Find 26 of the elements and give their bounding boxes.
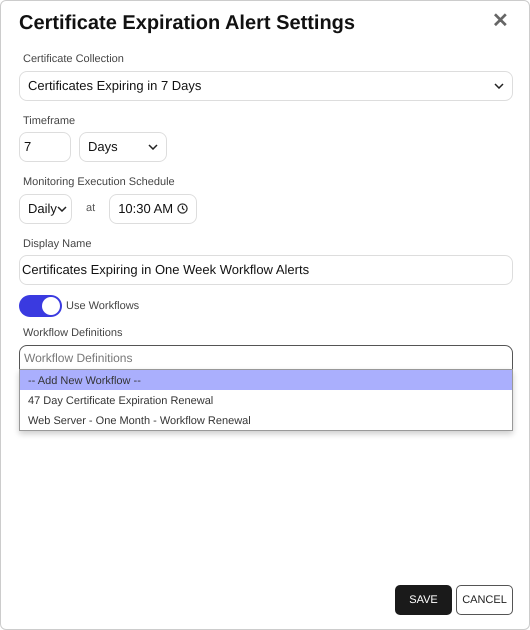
clock-icon[interactable]	[177, 203, 188, 214]
caret-icon	[148, 144, 158, 150]
field-label: Monitoring Execution Schedule	[23, 175, 176, 190]
field-label: Timeframe	[23, 114, 76, 128]
workflow-field[interactable]: Workflow Definitions	[19, 344, 513, 370]
at-label: at	[86, 201, 96, 216]
save-button[interactable]: SAVE	[395, 584, 452, 615]
unit-select[interactable]: Days	[79, 132, 167, 162]
toggle-switch[interactable]	[19, 295, 62, 317]
frequency-select[interactable]: Daily	[19, 194, 72, 224]
field-label: Workflow Definitions	[23, 326, 124, 341]
dialog-title: Certificate Expiration Alert Settings	[19, 11, 355, 35]
toggle-label: Use Workflows	[66, 298, 140, 314]
time-field[interactable]: 10:30 AM	[109, 194, 198, 224]
dropdown-option[interactable]: 47 Day Certificate Expiration Renewal	[20, 390, 512, 410]
collection-select[interactable]: Certificates Expiring in 7 Days	[19, 70, 513, 100]
dropdown-option[interactable]: Web Server - One Month - Workflow Renewal	[20, 410, 512, 430]
caret-icon	[494, 82, 504, 88]
field-label: Display Name	[23, 236, 92, 252]
cancel-button[interactable]: CANCEL	[456, 584, 513, 615]
close-button[interactable]: ✕	[488, 11, 513, 31]
amount-field[interactable]: 7	[19, 132, 71, 162]
display-name-field[interactable]: Certificates Expiring in One Week Workflow Alerts	[19, 255, 513, 285]
caret-icon	[56, 206, 67, 212]
dropdown-option[interactable]: -- Add New Workflow --	[20, 370, 512, 390]
field-label: Certificate Collection	[23, 52, 125, 67]
